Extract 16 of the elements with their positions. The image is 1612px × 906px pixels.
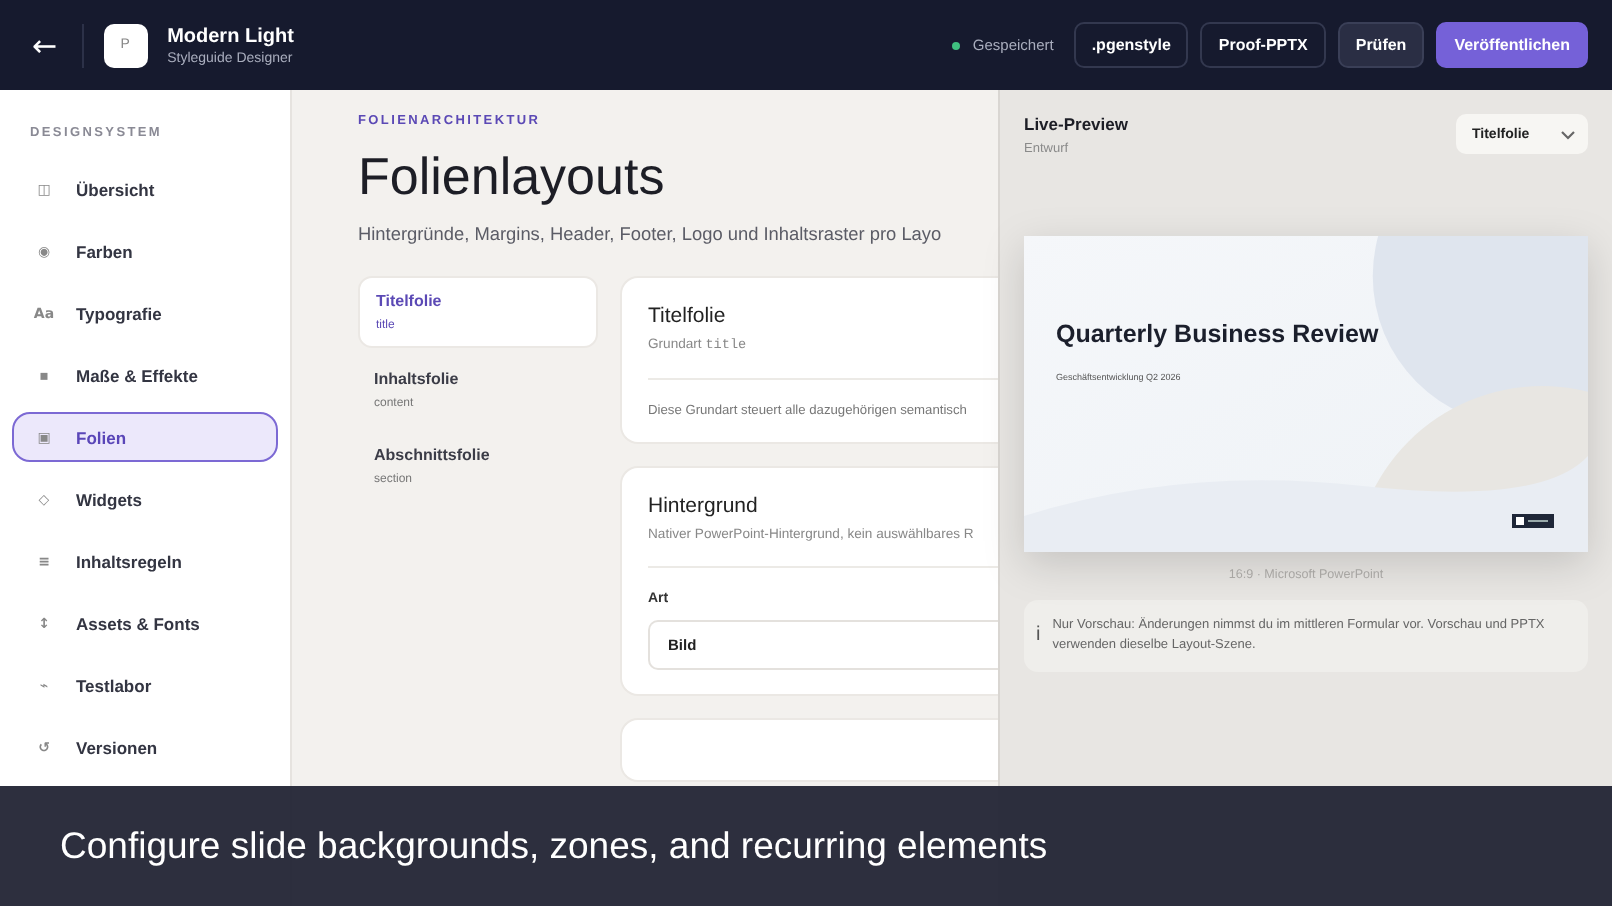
preview-title: Live-Preview (1024, 114, 1128, 134)
card-title: Titelfolie (648, 304, 728, 328)
info-icon: i (1036, 624, 1041, 647)
toolbar-button[interactable]: Prüfen (1337, 22, 1425, 68)
back-button[interactable]: ← (28, 27, 62, 63)
card-title: Hintergrund (648, 494, 760, 518)
logo-badge-icon (1512, 514, 1554, 528)
caption-text: Configure slide backgrounds, zones, and recurring elements (60, 824, 1048, 868)
project-title: Modern Light (167, 25, 294, 47)
toolbar-button[interactable]: .pgenstyle (1073, 22, 1189, 68)
page-title: Folienlayouts (358, 146, 667, 208)
slide-title: Quarterly Business Review (1054, 318, 1381, 348)
toolbar-button[interactable]: Proof-PPTX (1200, 22, 1326, 68)
toolbar-button[interactable]: Veröffentlichen (1436, 22, 1588, 68)
page-description: Hintergründe, Margins, Header, Footer, Logo und Inhaltsraster pro Layo (358, 224, 944, 244)
chevron-down-icon (1560, 129, 1576, 139)
